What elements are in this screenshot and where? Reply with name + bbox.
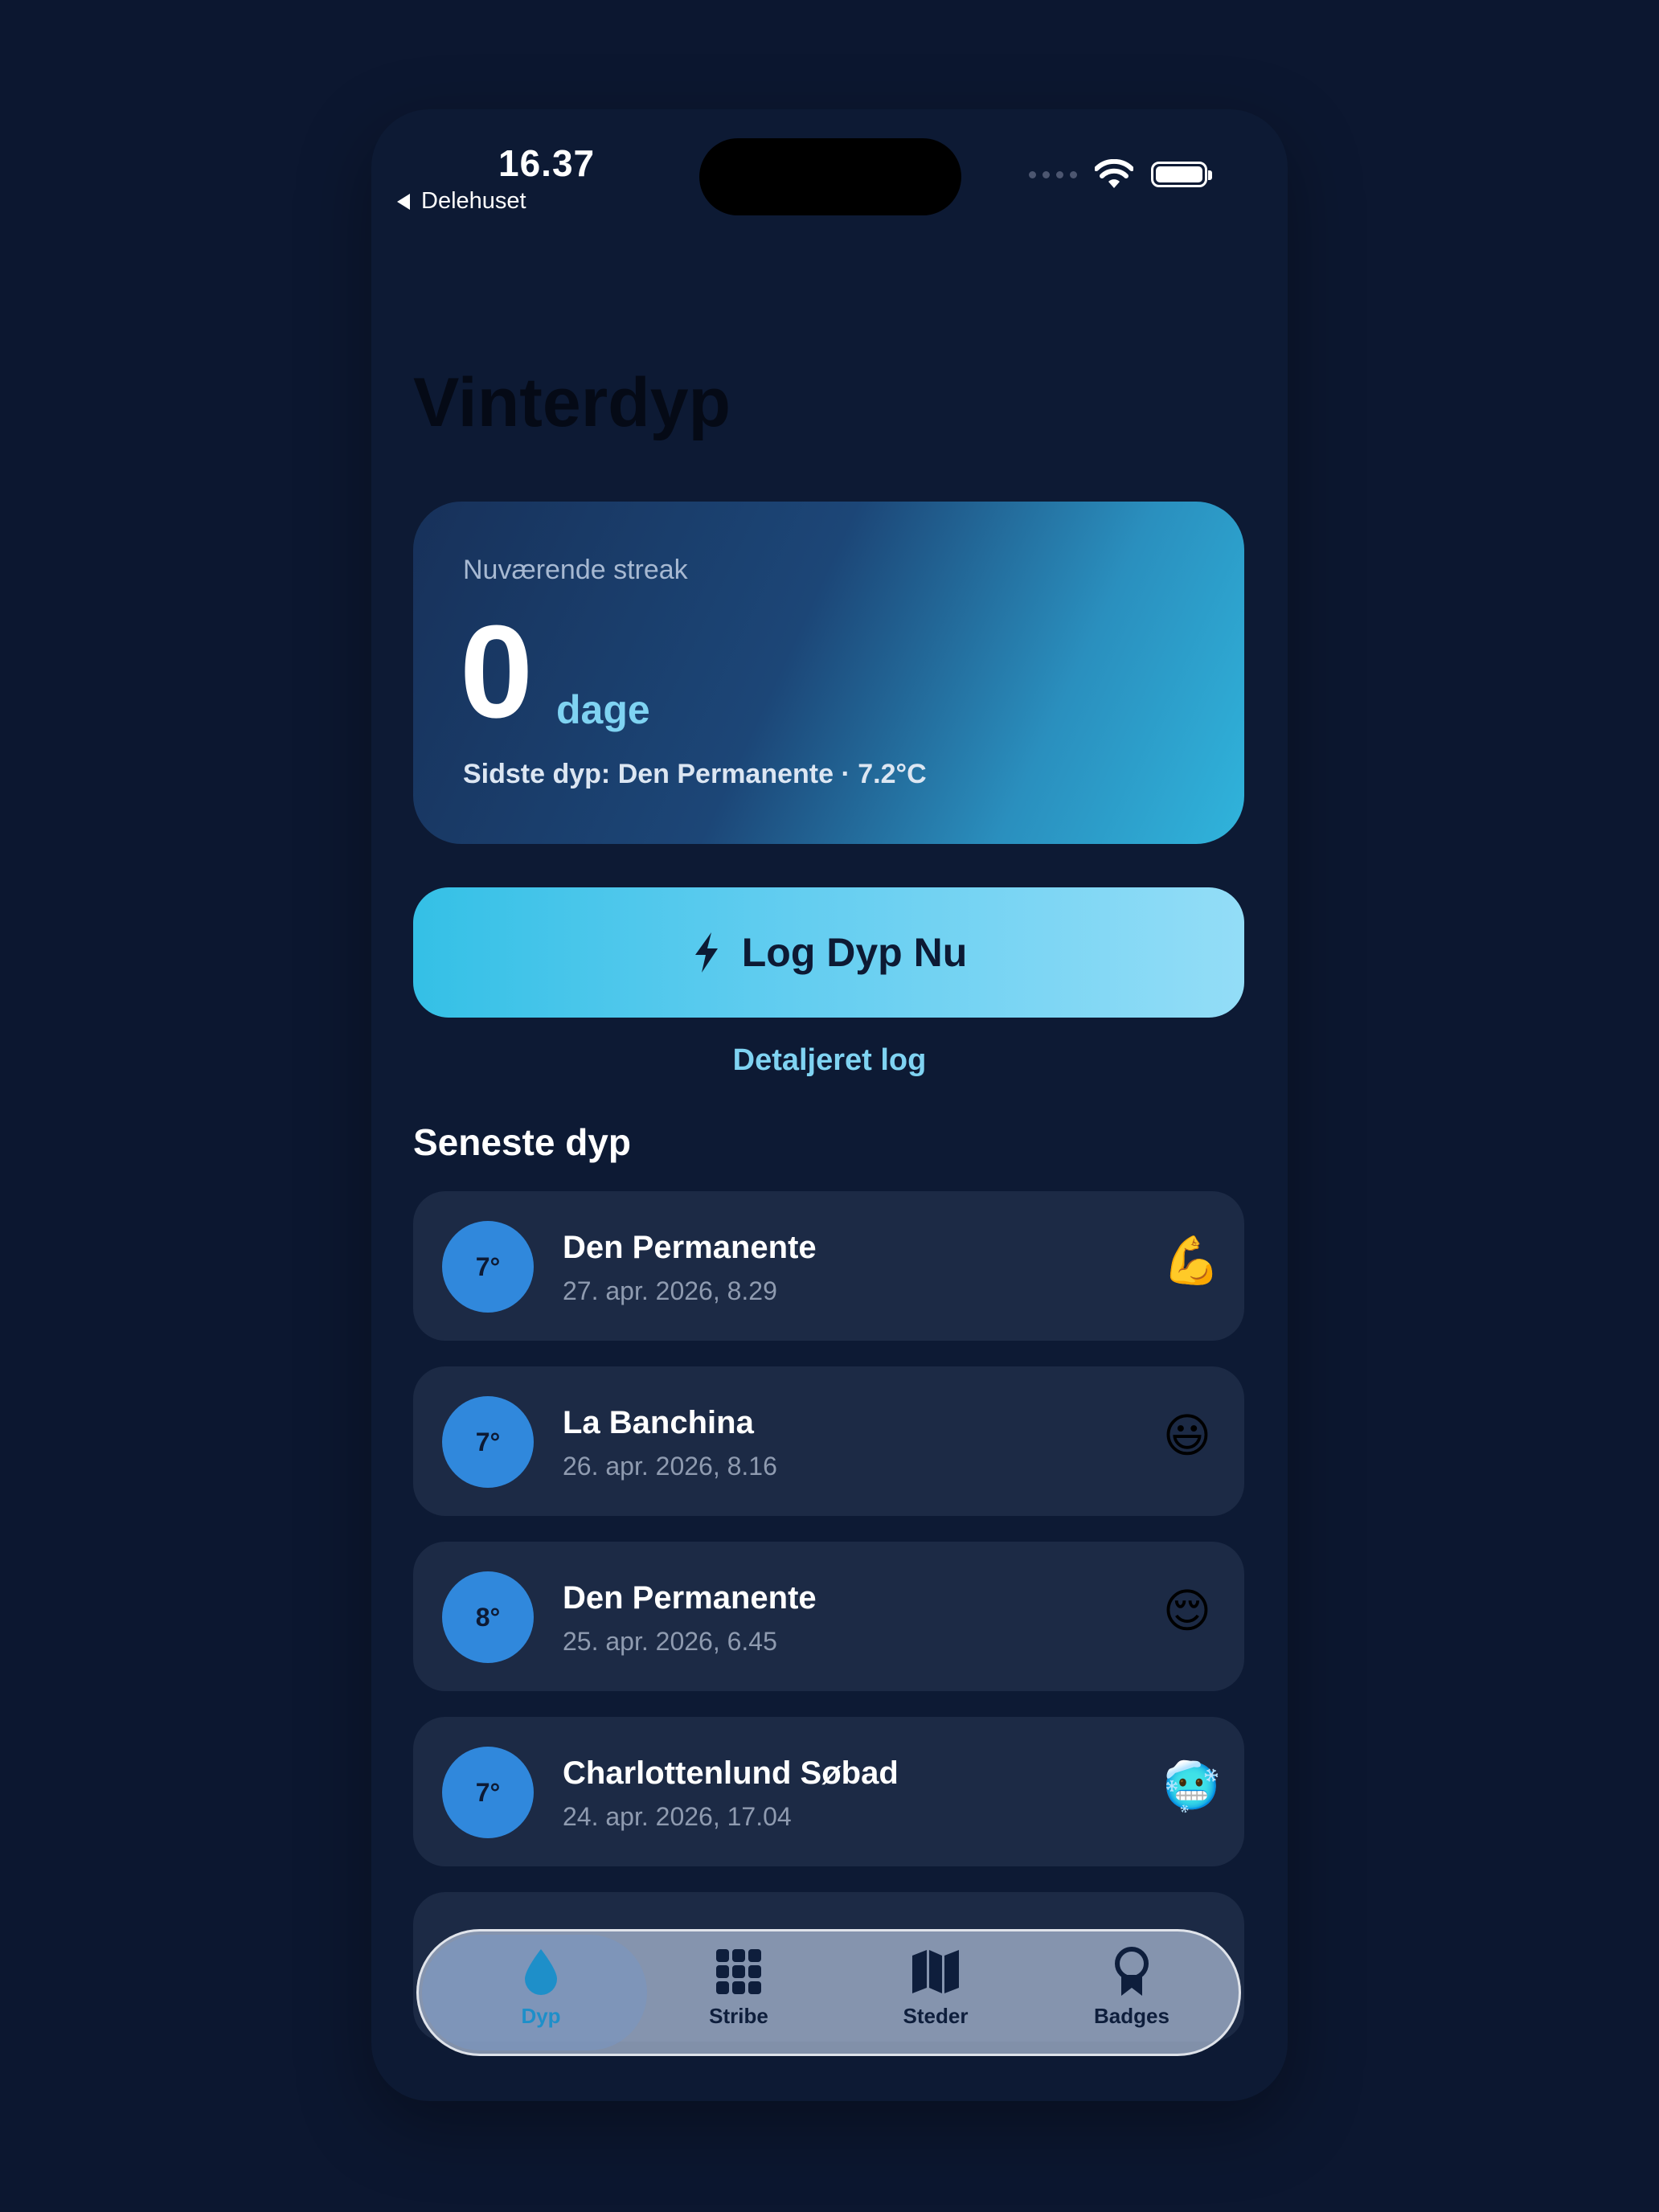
battery-icon (1151, 162, 1212, 187)
dip-place: Charlottenlund Søbad (563, 1755, 899, 1791)
tab-dyp[interactable]: Dyp (461, 1946, 621, 2046)
phone-screen: 16.37 Delehuset Vinterdyp Nuværende stre… (371, 109, 1288, 2101)
dip-date: 25. apr. 2026, 6.45 (563, 1627, 777, 1656)
log-dip-now-label: Log Dyp Nu (741, 930, 968, 975)
tab-badges[interactable]: Badges (1051, 1946, 1212, 2046)
temperature-badge: 7° (442, 1396, 534, 1488)
streak-value: 0 (460, 598, 534, 745)
temperature-badge: 8° (442, 1571, 534, 1663)
last-dip-summary: Sidste dyp: Den Permanente · 7.2°C (463, 759, 927, 789)
temperature-badge: 7° (442, 1221, 534, 1313)
streak-label: Nuværende streak (463, 555, 688, 585)
list-item[interactable]: 8° Den Permanente 25. apr. 2026, 6.45 😌 (413, 1542, 1244, 1691)
tab-label: Steder (903, 2004, 969, 2028)
streak-unit: dage (556, 687, 650, 732)
list-item[interactable]: 7° Den Permanente 27. apr. 2026, 8.29 💪 (413, 1191, 1244, 1341)
dip-date: 26. apr. 2026, 8.16 (563, 1452, 777, 1481)
mood-emoji: 😃 (1162, 1410, 1212, 1462)
dynamic-island (699, 138, 961, 215)
status-indicators (1029, 159, 1212, 190)
recent-dips-title: Seneste dyp (413, 1121, 631, 1163)
mood-emoji: 😌 (1162, 1585, 1212, 1637)
tab-stribe[interactable]: Stribe (658, 1946, 819, 2046)
grid-icon (713, 1946, 764, 1997)
log-dip-now-button[interactable]: Log Dyp Nu (413, 887, 1244, 1018)
dip-date: 27. apr. 2026, 8.29 (563, 1276, 777, 1305)
map-icon (910, 1946, 961, 1997)
back-to-app-button[interactable]: Delehuset (397, 188, 526, 215)
temperature-badge: 7° (442, 1747, 534, 1838)
ribbon-badge-icon (1106, 1946, 1157, 1997)
dip-date: 24. apr. 2026, 17.04 (563, 1802, 792, 1831)
tab-steder[interactable]: Steder (855, 1946, 1016, 2046)
back-arrow-icon (397, 193, 410, 210)
streak-card: Nuværende streak 0 dage Sidste dyp: Den … (413, 502, 1244, 844)
dip-place: Den Permanente (563, 1580, 817, 1616)
page-title: Vinterdyp (413, 364, 731, 441)
back-app-label: Delehuset (421, 188, 526, 214)
dip-place: La Banchina (563, 1405, 754, 1440)
tab-bar: Dyp Stribe Steder Badges (416, 1929, 1241, 2056)
cellular-signal-icon (1029, 170, 1077, 178)
dip-place: Den Permanente (563, 1230, 817, 1265)
water-drop-icon (515, 1946, 567, 1997)
wifi-icon (1095, 159, 1133, 188)
detailed-log-link[interactable]: Detaljeret log (371, 1043, 1288, 1078)
status-time: 16.37 (498, 142, 596, 184)
mood-emoji: 💪 (1162, 1235, 1221, 1287)
bolt-icon (694, 932, 718, 973)
list-item[interactable]: 7° La Banchina 26. apr. 2026, 8.16 😃 (413, 1366, 1244, 1516)
list-item[interactable]: 7° Charlottenlund Søbad 24. apr. 2026, 1… (413, 1717, 1244, 1866)
tab-label: Badges (1094, 2004, 1169, 2028)
mood-emoji: 🥶 (1162, 1760, 1221, 1813)
tab-label: Dyp (521, 2004, 561, 2028)
tab-label: Stribe (709, 2004, 768, 2028)
